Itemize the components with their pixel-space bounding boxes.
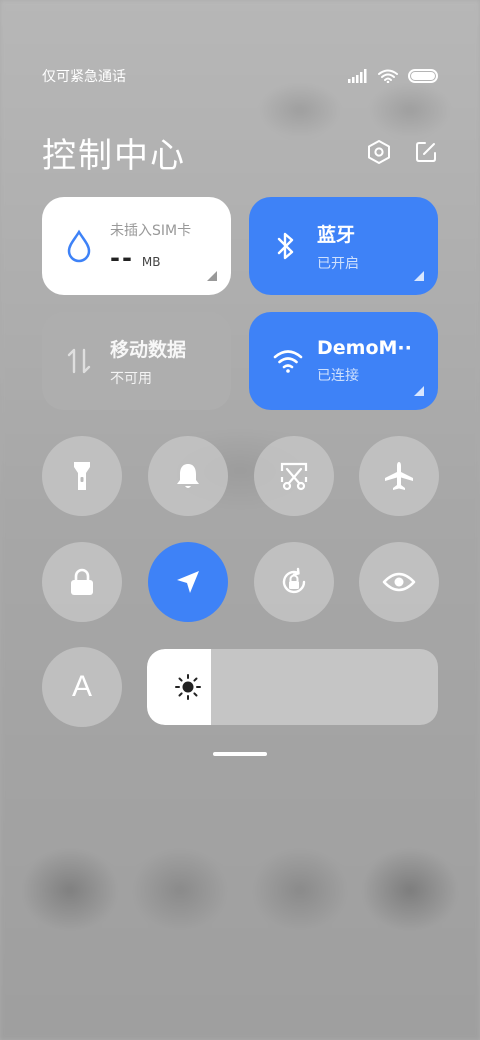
bell-icon bbox=[177, 464, 199, 488]
sim-usage-value: -- bbox=[110, 244, 134, 272]
wifi-network-name: DemoM·· bbox=[317, 337, 412, 359]
location-arrow-icon bbox=[177, 571, 199, 593]
bluetooth-tile-text: 蓝牙 已开启 bbox=[317, 220, 359, 273]
bluetooth-icon bbox=[277, 232, 294, 260]
sun-icon bbox=[175, 674, 201, 700]
eye-icon bbox=[382, 572, 416, 592]
rotation-lock-icon bbox=[282, 567, 306, 594]
location-toggle[interactable] bbox=[148, 542, 228, 622]
lock-screen-toggle[interactable] bbox=[42, 542, 122, 622]
flashlight-icon bbox=[74, 462, 90, 490]
signal-icon bbox=[348, 69, 367, 83]
status-bar: 仅可紧急通话 bbox=[42, 64, 438, 88]
wifi-icon bbox=[273, 350, 303, 373]
sound-toggle[interactable] bbox=[148, 436, 228, 516]
sim-data-tile[interactable]: 未插入SIM卡 -- MB bbox=[42, 197, 231, 295]
wifi-tile-text: DemoM·· 已连接 bbox=[317, 337, 412, 385]
wifi-tile[interactable]: DemoM·· 已连接 bbox=[249, 312, 438, 410]
settings-icon[interactable] bbox=[366, 139, 392, 165]
bluetooth-tile[interactable]: 蓝牙 已开启 bbox=[249, 197, 438, 295]
lock-icon bbox=[71, 568, 93, 595]
mobile-data-tile-text: 移动数据 不可用 bbox=[110, 335, 186, 388]
mobile-data-tile[interactable]: 移动数据 不可用 bbox=[42, 312, 231, 410]
battery-icon bbox=[408, 69, 438, 83]
screenshot-toggle[interactable] bbox=[254, 436, 334, 516]
battery-fill bbox=[411, 72, 435, 80]
mobile-data-label: 移动数据 bbox=[110, 338, 187, 361]
bluetooth-label: 蓝牙 bbox=[317, 223, 356, 246]
font-toggle-label: A bbox=[71, 670, 92, 703]
status-icons bbox=[348, 69, 438, 83]
sim-tile-text: 未插入SIM卡 -- MB bbox=[110, 220, 191, 272]
wifi-status-icon bbox=[378, 69, 398, 83]
sim-status-label: 未插入SIM卡 bbox=[110, 223, 192, 239]
header-actions bbox=[366, 139, 438, 165]
water-drop-icon bbox=[67, 229, 91, 263]
sim-usage-unit: MB bbox=[141, 255, 161, 269]
bluetooth-status: 已开启 bbox=[317, 255, 359, 272]
drag-handle[interactable] bbox=[213, 752, 267, 756]
font-size-toggle[interactable]: A bbox=[42, 647, 122, 727]
rotation-lock-toggle[interactable] bbox=[254, 542, 334, 622]
tile-expand-icon[interactable] bbox=[207, 271, 217, 281]
mobile-data-status: 不可用 bbox=[110, 370, 152, 387]
tile-expand-icon[interactable] bbox=[414, 271, 424, 281]
flashlight-toggle[interactable] bbox=[42, 436, 122, 516]
wifi-status: 已连接 bbox=[317, 368, 359, 384]
header: 控制中心 bbox=[42, 124, 438, 180]
mobile-data-arrows-icon bbox=[67, 348, 91, 374]
scissors-icon bbox=[280, 462, 308, 491]
edit-icon[interactable] bbox=[414, 140, 438, 164]
carrier-text: 仅可紧急通话 bbox=[42, 69, 126, 85]
airplane-mode-toggle[interactable] bbox=[359, 436, 439, 516]
page-title: 控制中心 bbox=[42, 135, 186, 176]
airplane-icon bbox=[385, 462, 413, 490]
reading-mode-toggle[interactable] bbox=[359, 542, 439, 622]
tile-expand-icon[interactable] bbox=[414, 386, 424, 396]
sim-usage: -- MB bbox=[110, 244, 191, 272]
brightness-slider[interactable] bbox=[147, 649, 438, 725]
